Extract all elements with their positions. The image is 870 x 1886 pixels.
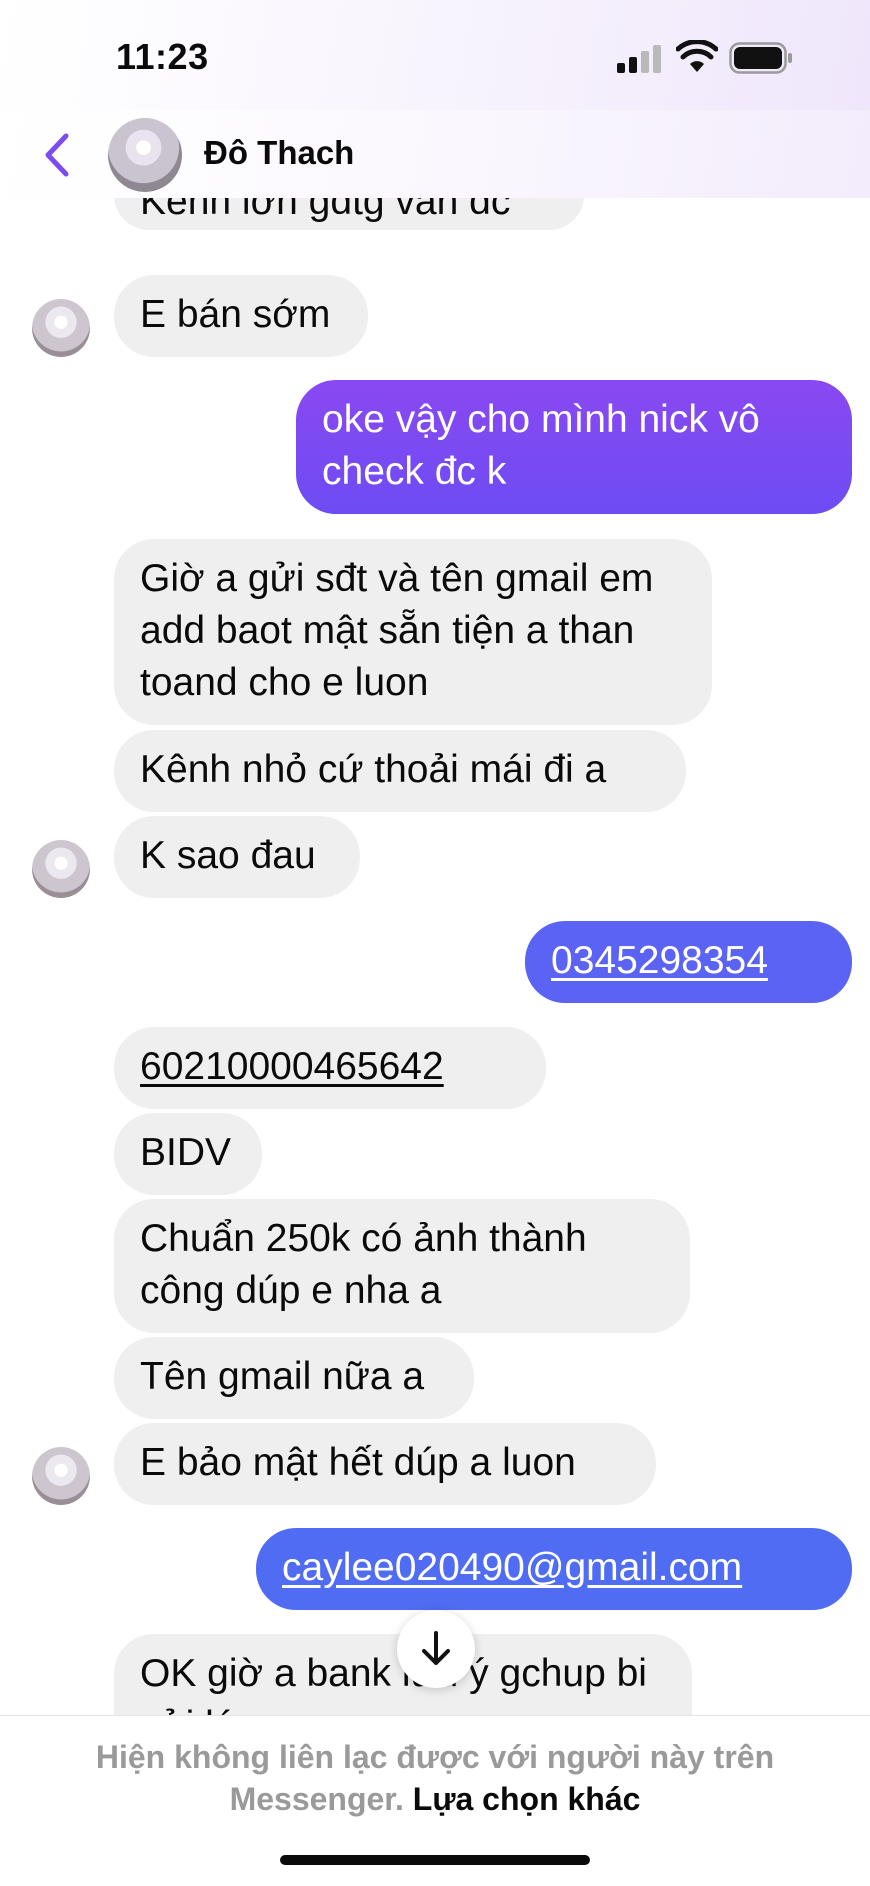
status-bar: 11:23 (0, 0, 870, 110)
arrow-down-icon (422, 1631, 450, 1665)
contact-avatar[interactable] (32, 299, 90, 357)
message-text: E bảo mật hết dúp a luon (140, 1441, 576, 1484)
message-outgoing[interactable]: 0345298354 (525, 921, 852, 1003)
message-incoming[interactable]: Tên gmail nữa a (114, 1337, 474, 1419)
conversation-header: Đô Thach (0, 110, 870, 198)
message-incoming[interactable]: BIDV (114, 1113, 262, 1195)
other-options-link[interactable]: Lựa chọn khác (413, 1781, 641, 1817)
message-outgoing[interactable]: caylee020490@gmail.com (256, 1528, 852, 1610)
contact-avatar[interactable] (32, 840, 90, 898)
message-text: E bán sớm (140, 293, 331, 336)
contact-name[interactable]: Đô Thach (204, 134, 354, 172)
phone-link[interactable]: 0345298354 (551, 939, 768, 982)
signal-icon (617, 45, 663, 73)
message-incoming[interactable]: K sao đau (114, 816, 360, 898)
message-list[interactable]: Kênh lớn gdtg vẫn dc E bán sớm oke vậy c… (0, 0, 870, 1715)
wifi-icon (676, 40, 718, 72)
message-incoming[interactable]: Kênh nhỏ cứ thoải mái đi a (114, 730, 686, 812)
message-text: Chuẩn 250k có ảnh thành công dúp e nha a (140, 1217, 598, 1312)
back-chevron-icon[interactable] (40, 132, 76, 178)
message-text: K sao đau (140, 834, 316, 877)
contact-avatar[interactable] (32, 1447, 90, 1505)
status-time: 11:23 (116, 36, 209, 77)
home-indicator[interactable] (280, 1855, 590, 1865)
message-incoming[interactable]: Giờ a gửi sđt và tên gmail em add baot m… (114, 539, 712, 725)
message-outgoing[interactable]: oke vậy cho mình nick vô check đc k (296, 380, 852, 514)
message-text: Tên gmail nữa a (140, 1355, 425, 1398)
message-incoming[interactable]: Chuẩn 250k có ảnh thành công dúp e nha a (114, 1199, 690, 1333)
battery-icon (729, 42, 792, 74)
message-text: BIDV (140, 1131, 232, 1174)
message-text: Kênh nhỏ cứ thoải mái đi a (140, 748, 607, 791)
header-avatar[interactable] (108, 118, 182, 192)
message-incoming[interactable]: E bảo mật hết dúp a luon (114, 1423, 656, 1505)
email-link[interactable]: caylee020490@gmail.com (282, 1546, 742, 1589)
message-incoming[interactable]: E bán sớm (114, 275, 368, 357)
footer-text: Hiện không liên lạc được với người này t… (40, 1736, 830, 1820)
message-incoming[interactable]: 60210000465642 (114, 1027, 546, 1109)
message-text: oke vậy cho mình nick vô check đc k (322, 398, 771, 493)
account-number-link[interactable]: 60210000465642 (140, 1045, 444, 1088)
footer-notice: Hiện không liên lạc được với người này t… (0, 1715, 870, 1886)
scroll-to-bottom-button[interactable] (397, 1610, 475, 1688)
message-text: Giờ a gửi sđt và tên gmail em add baot m… (140, 557, 665, 704)
